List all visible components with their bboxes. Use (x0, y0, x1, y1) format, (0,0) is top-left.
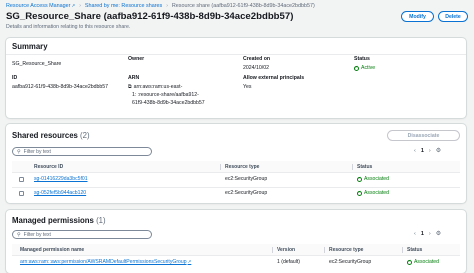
column-divider (272, 247, 273, 253)
column-divider (324, 247, 325, 253)
table-row[interactable]: arn:aws:ram::aws:permission/AWSRAMDefaul… (12, 256, 460, 270)
status-success-icon: ✓ (357, 190, 362, 196)
breadcrumb-shared-by-me[interactable]: Shared by me: Resource shares (85, 3, 162, 9)
external-link-icon: ↗ (187, 259, 192, 264)
breadcrumb: Resource Access Manager ↗ › Shared by me… (6, 2, 315, 10)
chevron-left-icon[interactable]: ‹ (414, 231, 416, 237)
row-checkbox[interactable] (19, 191, 24, 196)
status-badge: ✓ Active (354, 64, 375, 72)
status-text: Associated (414, 259, 439, 265)
status-value: Active (361, 65, 376, 71)
external-link-icon: ↗ (71, 3, 76, 8)
filter-placeholder: Filter by text (23, 148, 51, 155)
managed-permissions-filter-input[interactable]: ⚲ Filter by text (12, 230, 152, 239)
column-divider (220, 164, 221, 170)
breadcrumb-current: Resource share (aafba912-61f9-438b-8d9b-… (171, 3, 315, 9)
chevron-right-icon: › (79, 3, 81, 9)
permission-name-link[interactable]: arn:aws:ram::aws:permission/AWSRAMDefaul… (20, 259, 191, 265)
share-name-value: SG_Resource_Share (12, 61, 62, 67)
shared-resources-title-text: Shared resources (12, 131, 78, 140)
shared-resources-pagination: ‹ 1 › ⚙ (414, 147, 441, 155)
external-principals-label: Allow external principals (243, 75, 305, 81)
resource-id-link[interactable]: sg-01416229da3bc5f01 (34, 176, 88, 182)
shared-resources-table-header: Resource ID Resource type Status (12, 161, 460, 173)
chevron-right-icon: › (166, 3, 168, 9)
page-number[interactable]: 1 (421, 148, 424, 154)
id-label: ID (12, 75, 18, 81)
managed-permissions-card: Managed permissions (1) ⚲ Filter by text… (6, 210, 466, 273)
resource-id-link[interactable]: sg-052fef5b944acb120 (34, 190, 86, 196)
column-status[interactable]: Status (407, 247, 422, 253)
status-text: Associated (364, 190, 389, 196)
column-divider (352, 164, 353, 170)
arn-label: ARN (128, 75, 140, 81)
resource-type: ec2:SecurityGroup (225, 190, 268, 196)
arn-line1: arn:aws:ram:us-east- (133, 84, 183, 90)
column-divider (402, 247, 403, 253)
permission-version: 1 (default) (277, 259, 300, 265)
arn-value-line3: 61f9-438b-8d9b-34ace2bdbb57 (132, 100, 205, 106)
delete-button[interactable]: Delete (438, 11, 468, 22)
row-checkbox[interactable] (19, 177, 24, 182)
column-resource-id[interactable]: Resource ID (34, 164, 63, 170)
table-row[interactable]: sg-052fef5b944acb120 ec2:SecurityGroup ✓… (12, 187, 460, 201)
arn-value-line1: ⧉ arn:aws:ram:us-east- (128, 83, 182, 91)
modify-button[interactable]: Modify (401, 11, 434, 22)
managed-permissions-count: (1) (96, 216, 106, 225)
managed-permissions-pagination: ‹ 1 › ⚙ (414, 230, 441, 238)
status-label: Status (354, 56, 370, 62)
gear-icon[interactable]: ⚙ (436, 147, 441, 154)
chevron-right-icon[interactable]: › (429, 231, 431, 237)
id-value: aafba912-61f9-438b-8d9b-34ace2bdbb57 (12, 84, 109, 90)
status-success-icon: ✓ (354, 65, 359, 71)
summary-card: Summary SG_Resource_Share ID aafba912-61… (6, 38, 466, 118)
status-badge: ✓ Associated (357, 176, 389, 182)
column-permission-name[interactable]: Managed permission name (20, 247, 84, 253)
resource-type: ec2:SecurityGroup (225, 176, 268, 182)
gear-icon[interactable]: ⚙ (436, 230, 441, 237)
chevron-right-icon[interactable]: › (429, 148, 431, 154)
copy-icon[interactable]: ⧉ (128, 83, 132, 91)
shared-resources-card: Shared resources (2) Disassociate ⚲ Filt… (6, 124, 466, 203)
breadcrumb-resource-access-manager[interactable]: Resource Access Manager (6, 3, 70, 9)
disassociate-button[interactable]: Disassociate (387, 130, 460, 141)
chevron-left-icon[interactable]: ‹ (414, 148, 416, 154)
owner-label: Owner (128, 56, 145, 62)
permission-name-text[interactable]: arn:aws:ram::aws:permission/AWSRAMDefaul… (20, 259, 187, 265)
created-label: Created on (243, 56, 271, 62)
column-resource-type[interactable]: Resource type (329, 247, 363, 253)
summary-title: Summary (12, 42, 48, 51)
column-version[interactable]: Version (277, 247, 295, 253)
filter-placeholder: Filter by text (23, 231, 51, 238)
shared-resources-title: Shared resources (2) (12, 131, 90, 140)
shared-resources-filter-input[interactable]: ⚲ Filter by text (12, 147, 152, 156)
status-badge: ✓ Associated (407, 259, 439, 265)
managed-permissions-title-text: Managed permissions (12, 216, 94, 225)
shared-resources-count: (2) (80, 131, 90, 140)
created-value: 2024/10/02 (243, 65, 269, 71)
managed-permissions-table-header: Managed permission name Version Resource… (12, 244, 460, 256)
status-badge: ✓ Associated (357, 190, 389, 196)
search-icon: ⚲ (17, 148, 21, 155)
search-icon: ⚲ (17, 231, 21, 238)
table-row[interactable]: sg-01416229da3bc5f01 ec2:SecurityGroup ✓… (12, 173, 460, 188)
status-text: Associated (364, 176, 389, 182)
managed-permissions-title: Managed permissions (1) (12, 216, 106, 225)
column-status[interactable]: Status (357, 164, 372, 170)
page-title: SG_Resource_Share (aafba912-61f9-438b-8d… (6, 11, 294, 22)
status-success-icon: ✓ (357, 176, 362, 182)
external-principals-value: Yes (243, 84, 252, 90)
page-number[interactable]: 1 (421, 231, 424, 237)
permission-resource-type: ec2:SecurityGroup (329, 259, 372, 265)
divider (6, 54, 466, 55)
status-success-icon: ✓ (407, 259, 412, 265)
page-subtitle: Details and information relating to this… (6, 24, 131, 30)
arn-value-line2: 1: :resource-share/aafba912- (132, 92, 199, 98)
column-resource-type[interactable]: Resource type (225, 164, 259, 170)
